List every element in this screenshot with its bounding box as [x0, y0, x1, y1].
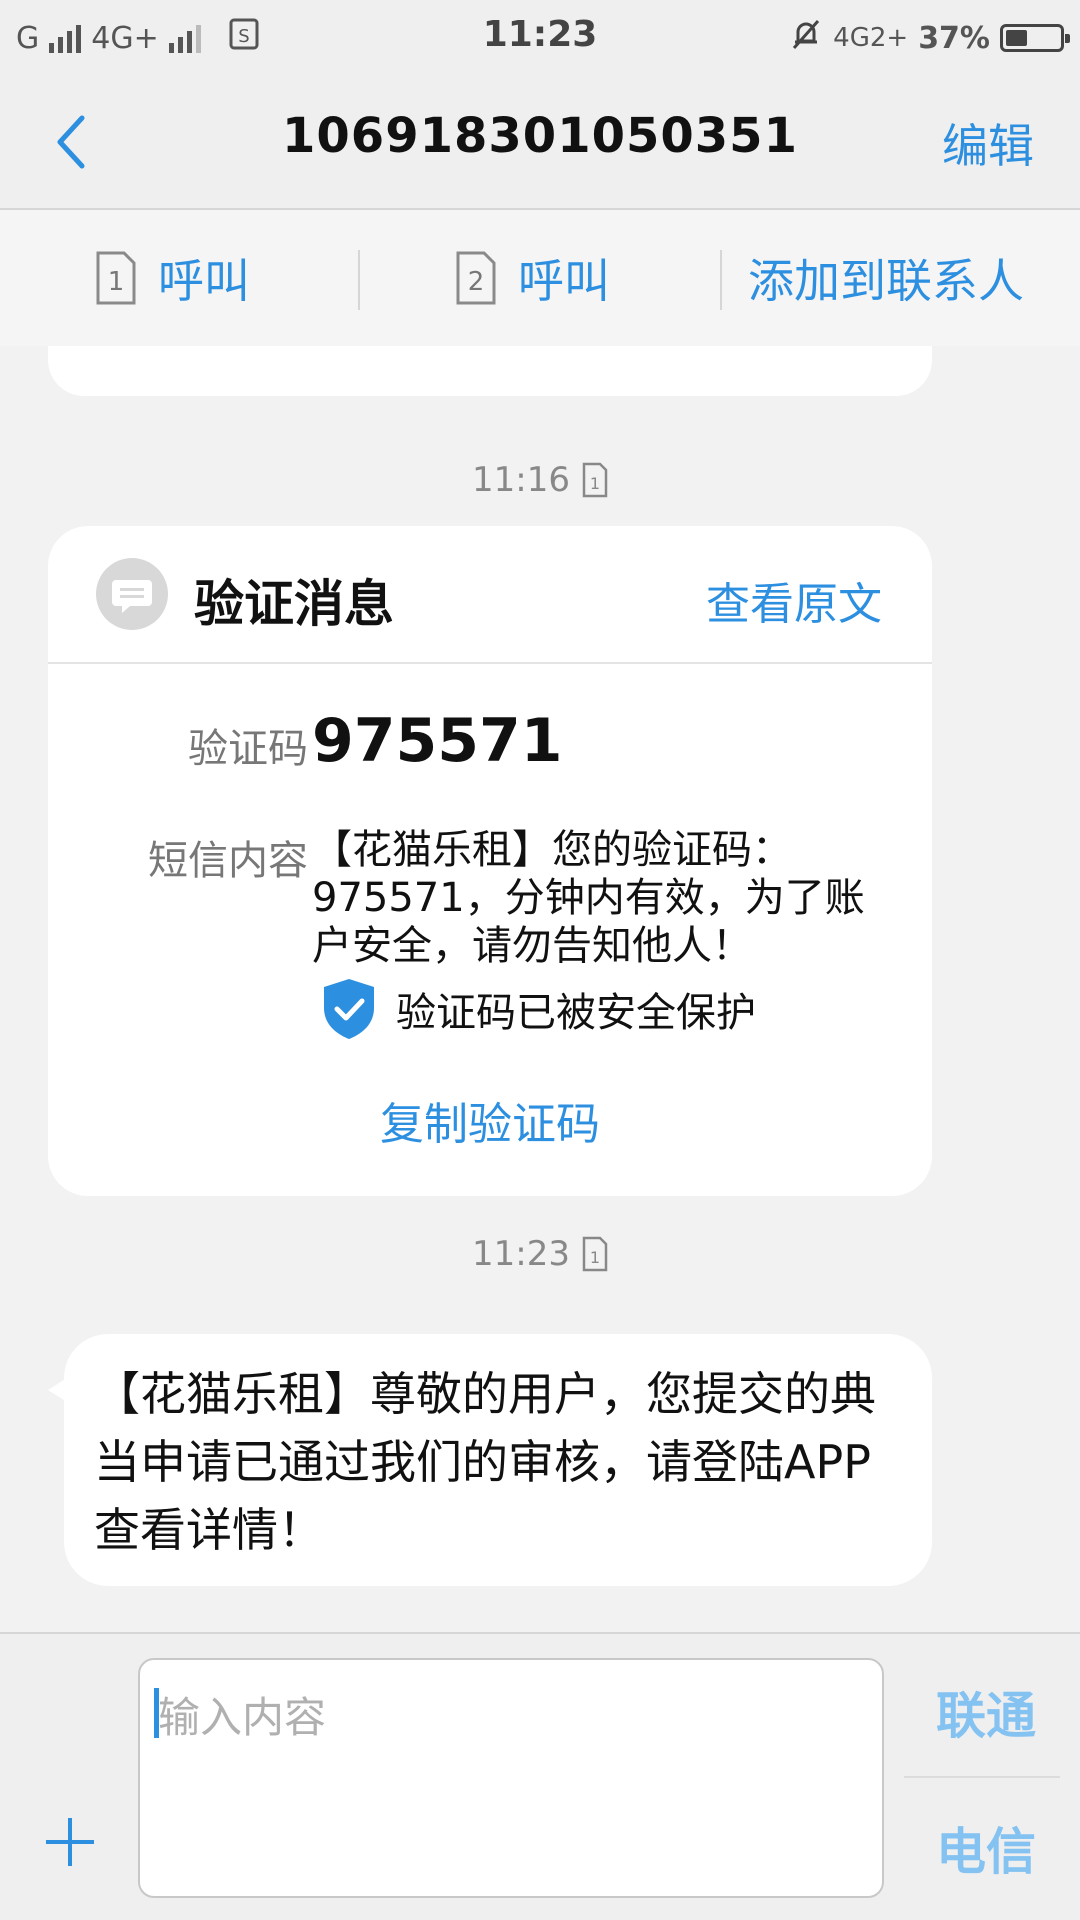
add-attachment-button[interactable] [42, 1814, 98, 1870]
timestamp-text: 11:23 [472, 1234, 570, 1274]
incoming-message-bubble[interactable]: 【花猫乐租】尊敬的用户，您提交的典当申请已通过我们的审核，请登陆APP查看详情！ [64, 1334, 932, 1586]
sim1-icon: 1 [96, 251, 136, 305]
shield-check-icon [324, 979, 374, 1039]
status-bar: G 4G+ S 11:23 4G2+ 37% [0, 0, 1080, 76]
send-divider [904, 1776, 1060, 1778]
call-sim2-button[interactable]: 2 呼叫 [456, 210, 610, 346]
incoming-message-text: 【花猫乐租】尊敬的用户，您提交的典当申请已通过我们的审核，请登陆APP查看详情！ [94, 1367, 876, 1557]
protection-notice: 验证码已被安全保护 [320, 976, 756, 1042]
message-list[interactable]: 11:16 1 验证消息 查看原文 验证码 975571 短信内容 【花猫乐租】… [0, 346, 1080, 1632]
action-divider [720, 250, 722, 310]
message-timestamp: 11:23 1 [0, 1234, 1080, 1274]
conversation-header: 106918301050351 编辑 [0, 76, 1080, 210]
verification-card-header: 验证消息 查看原文 [48, 526, 932, 664]
svg-text:1: 1 [590, 474, 600, 493]
content-label: 短信内容 [148, 838, 308, 884]
message-input[interactable]: 输入内容 [138, 1658, 884, 1898]
plus-icon [46, 1818, 94, 1866]
previous-message-card [48, 346, 932, 396]
message-timestamp: 11:16 1 [0, 460, 1080, 500]
call-sim1-button[interactable]: 1 呼叫 [96, 210, 250, 346]
sms-content-text: 【花猫乐租】您的验证码：975571，分钟内有效，为了账户安全，请勿告知他人！ [312, 827, 865, 969]
send-unicom-button[interactable]: 联通 [936, 1676, 1036, 1748]
mute-bell-icon [789, 17, 823, 59]
message-icon [96, 558, 168, 630]
action-divider [358, 250, 360, 310]
status-right: 4G2+ 37% [789, 14, 1070, 62]
verification-code: 975571 [312, 706, 563, 776]
action-bar: 1 呼叫 2 呼叫 添加到联系人 [0, 210, 1080, 346]
timestamp-text: 11:16 [472, 460, 570, 500]
add-contact-button[interactable]: 添加到联系人 [748, 210, 1024, 346]
battery-percent: 37% [918, 20, 990, 56]
call-sim1-label: 呼叫 [158, 254, 250, 308]
composer: 输入内容 联通 电信 [0, 1632, 1080, 1920]
svg-text:1: 1 [590, 1248, 600, 1267]
sms-conversation-screen: G 4G+ S 11:23 4G2+ 37% 106918301050351 编… [0, 0, 1080, 1920]
sim1-small-icon: 1 [582, 1236, 608, 1272]
sim2-icon: 2 [456, 251, 496, 305]
sim2-number: 2 [467, 267, 485, 297]
send-telecom-button[interactable]: 电信 [936, 1812, 1036, 1884]
battery-icon [1000, 24, 1070, 52]
sim1-small-icon: 1 [582, 462, 608, 498]
sender-number-title: 106918301050351 [282, 108, 798, 164]
edit-button[interactable]: 编辑 [942, 110, 1034, 176]
input-placeholder: 输入内容 [158, 1693, 327, 1742]
add-contact-label: 添加到联系人 [748, 254, 1024, 308]
view-original-button[interactable]: 查看原文 [706, 568, 882, 632]
verification-card: 验证消息 查看原文 验证码 975571 短信内容 【花猫乐租】您的验证码：97… [48, 526, 932, 1196]
copy-code-button[interactable]: 复制验证码 [48, 1088, 932, 1152]
call-sim2-label: 呼叫 [518, 254, 610, 308]
code-label: 验证码 [188, 726, 308, 772]
verification-card-title: 验证消息 [194, 575, 394, 633]
sim1-number: 1 [107, 267, 125, 297]
network-type-label: 4G2+ [833, 23, 909, 53]
protection-text: 验证码已被安全保护 [396, 990, 756, 1036]
